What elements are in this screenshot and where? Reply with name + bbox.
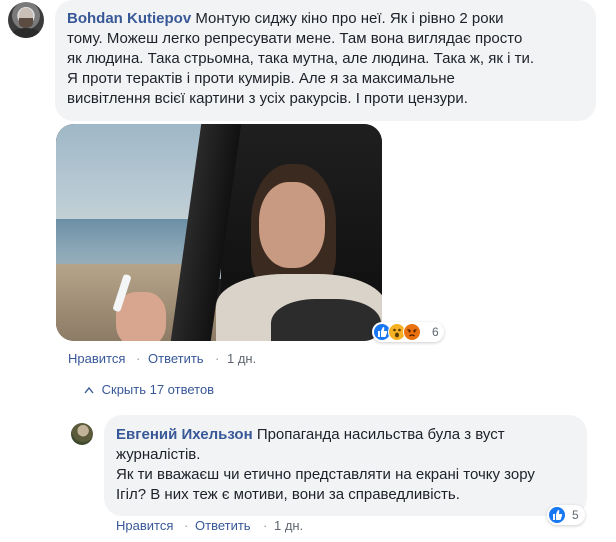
comment-timestamp[interactable]: 1 дн. xyxy=(274,518,303,533)
separator-dot: · xyxy=(215,351,220,366)
separator-dot: · xyxy=(136,351,141,366)
reactions-summary[interactable]: 5 xyxy=(547,505,585,525)
reply-button[interactable]: Ответить xyxy=(195,518,251,533)
reply-text: Евгений Ихельзон Пропаганда насильства б… xyxy=(116,425,586,445)
like-button[interactable]: Нравится xyxy=(68,351,125,366)
reply-text-line: Ігіл? В них теж є мотиви, вони за справе… xyxy=(116,486,460,503)
reply-button[interactable]: Ответить xyxy=(148,351,204,366)
author-name[interactable]: Bohdan Kutiepov xyxy=(67,10,191,27)
separator-dot: · xyxy=(184,518,189,533)
reply-text-line: Пропаганда насильства була з вуст xyxy=(256,426,505,443)
comment-text-line: як людина. Така стрьомна, така мутна, ал… xyxy=(67,50,534,67)
reply-bubble: Евгений Ихельзон Пропаганда насильства б… xyxy=(104,415,587,516)
comment-timestamp[interactable]: 1 дн. xyxy=(227,351,256,366)
hide-replies-label: Скрыть 17 ответов xyxy=(101,382,215,397)
reaction-count: 5 xyxy=(572,508,579,522)
reply-text-line: Як ти вважаєш чи етично представляти на … xyxy=(116,466,535,483)
like-button[interactable]: Нравится xyxy=(116,518,173,533)
comment-text: Bohdan Kutiepov Монтую сиджу кіно про не… xyxy=(67,9,592,29)
comment-text-line: висвітлення всієї картини з усіх ракурсі… xyxy=(67,90,468,107)
angry-reaction-icon xyxy=(403,323,421,341)
hide-replies-link[interactable]: Скрыть 17 ответов xyxy=(84,382,214,397)
reactions-summary[interactable]: 6 xyxy=(372,322,444,342)
collapse-arrow-icon xyxy=(84,382,98,397)
comment-bubble: Bohdan Kutiepov Монтую сиджу кіно про не… xyxy=(55,0,596,121)
separator-dot: · xyxy=(263,518,268,533)
comment-photo[interactable] xyxy=(56,124,382,341)
comment-text-line: Я проти терактів і проти кумирів. Але я … xyxy=(67,70,455,87)
author-name[interactable]: Евгений Ихельзон xyxy=(116,426,253,443)
reply-text-line: журналістів. xyxy=(116,446,201,463)
comment-text-line: тому. Можеш легко репресувати мене. Там … xyxy=(67,30,523,47)
comment-text-line: Монтую сиджу кіно про неї. Як і рівно 2 … xyxy=(195,10,504,27)
avatar-evgeniy[interactable] xyxy=(71,423,93,445)
avatar-bohdan[interactable] xyxy=(8,2,44,38)
like-reaction-icon xyxy=(548,506,566,524)
reaction-count: 6 xyxy=(432,325,439,339)
